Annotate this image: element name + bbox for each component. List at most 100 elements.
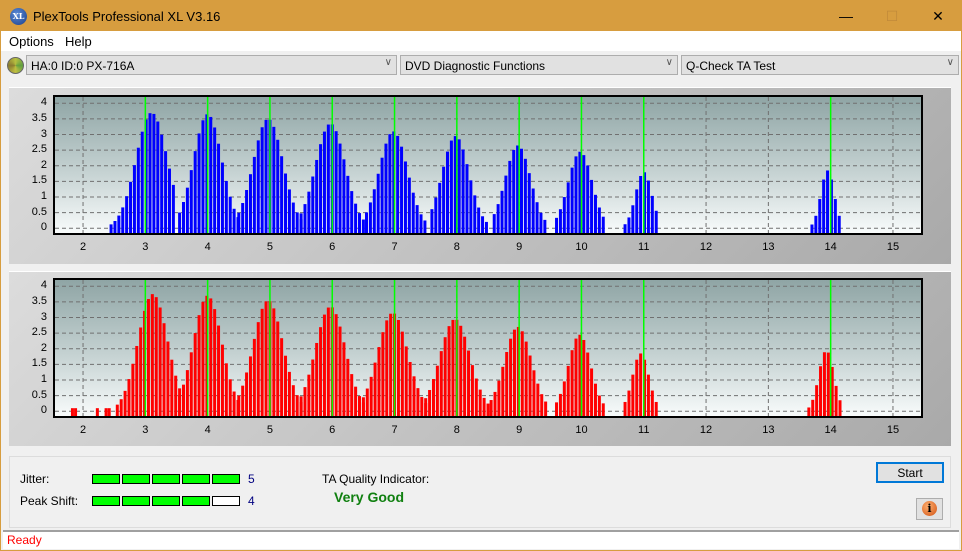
histogram-bar: [403, 161, 407, 233]
histogram-bar: [148, 113, 152, 233]
histogram-bar: [478, 389, 482, 416]
histogram-bar: [95, 408, 99, 416]
histogram-bar: [74, 408, 78, 416]
histogram-bar: [295, 395, 299, 416]
histogram-bar: [291, 385, 295, 416]
histogram-bar: [627, 217, 631, 233]
histogram-bar: [131, 363, 135, 416]
x-tick-label: 8: [453, 424, 460, 436]
x-tick-label: 10: [575, 424, 588, 436]
histogram-bar: [574, 338, 578, 416]
histogram-bar: [350, 374, 354, 416]
app-logo-icon: XL: [10, 8, 27, 25]
histogram-bar: [272, 308, 276, 416]
y-tick-label: 4: [40, 279, 47, 292]
histogram-bar: [431, 379, 435, 416]
test-select[interactable]: Q-Check TA Test ∨: [681, 55, 959, 75]
function-select[interactable]: DVD Diagnostic Functions ∨: [400, 55, 678, 75]
histogram-bar: [465, 164, 469, 233]
histogram-bar: [811, 399, 815, 416]
histogram-bar: [639, 175, 643, 233]
info-button[interactable]: i: [916, 498, 943, 520]
histogram-bar: [451, 319, 455, 416]
histogram-bar: [443, 337, 447, 416]
menu-help[interactable]: Help: [65, 34, 92, 49]
histogram-bar: [115, 404, 119, 416]
histogram-bar: [181, 384, 185, 416]
histogram-bar: [377, 347, 381, 416]
function-select-value: DVD Diagnostic Functions: [405, 59, 546, 73]
histogram-bar: [439, 351, 443, 416]
y-tick-label: 0: [40, 404, 47, 417]
histogram-bar: [558, 209, 562, 233]
histogram-bar: [424, 398, 428, 416]
histogram-bar: [307, 374, 311, 416]
histogram-bar: [228, 379, 232, 416]
histogram-bar: [586, 352, 590, 416]
histogram-bar: [264, 119, 268, 233]
histogram-bar: [416, 388, 420, 416]
start-button[interactable]: Start: [876, 462, 944, 483]
histogram-bar: [220, 344, 224, 416]
histogram-bar: [523, 158, 527, 233]
histogram-bar: [419, 214, 423, 233]
close-button[interactable]: ✕: [915, 1, 961, 31]
histogram-bar: [536, 383, 540, 416]
status-text: Ready: [7, 533, 42, 547]
histogram-bar: [449, 140, 453, 233]
histogram-bar: [810, 224, 814, 233]
drive-select[interactable]: HA:0 ID:0 PX-716A ∨: [26, 55, 397, 75]
chevron-down-icon: ∨: [384, 57, 392, 68]
histogram-bar: [338, 143, 342, 233]
histogram-bar: [319, 327, 323, 416]
histogram-bar: [582, 339, 586, 416]
histogram-bar: [252, 156, 256, 233]
histogram-bar: [150, 294, 154, 416]
menu-options[interactable]: Options: [9, 34, 54, 49]
histogram-bar: [146, 299, 150, 416]
histogram-bar: [438, 182, 442, 233]
histogram-bar: [404, 346, 408, 416]
histogram-bar: [635, 189, 639, 233]
histogram-bar: [389, 313, 393, 416]
histogram-bar: [601, 403, 605, 416]
x-tick-label: 3: [142, 424, 149, 436]
histogram-bar: [654, 401, 658, 416]
histogram-bar: [562, 197, 566, 233]
histogram-bar: [650, 195, 654, 233]
histogram-bar: [338, 326, 342, 416]
histogram-bar: [631, 374, 635, 416]
y-tick-label: 0.5: [31, 205, 47, 218]
meter-segment: [122, 496, 150, 506]
histogram-bar: [519, 148, 523, 233]
histogram-bar: [535, 202, 539, 233]
main-window: XL PlexTools Professional XL V3.16 — ☐ ✕…: [0, 0, 962, 551]
status-bar: Ready: [3, 530, 959, 549]
maximize-button[interactable]: ☐: [869, 1, 915, 31]
histogram-bar: [241, 203, 245, 233]
chevron-down-icon: ∨: [665, 57, 673, 68]
histogram-bar: [119, 399, 123, 416]
x-tick-label: 9: [516, 241, 523, 253]
histogram-bar: [623, 224, 627, 233]
histogram-bar: [342, 342, 346, 416]
histogram-bar: [365, 212, 369, 233]
histogram-bar: [193, 333, 197, 416]
meter-segment: [92, 496, 120, 506]
histogram-bar: [156, 121, 160, 233]
histogram-bar: [237, 212, 241, 233]
histogram-bar: [276, 139, 280, 233]
minimize-button[interactable]: —: [823, 1, 869, 31]
meter-segment: [122, 474, 150, 484]
histogram-bar: [504, 175, 508, 233]
histogram-bar: [260, 308, 264, 416]
test-select-value: Q-Check TA Test: [686, 59, 776, 73]
x-tick-label: 5: [266, 241, 273, 253]
histogram-bar: [248, 174, 252, 233]
histogram-bar: [837, 215, 841, 233]
histogram-bar: [139, 327, 143, 416]
chart-svg: [55, 97, 921, 233]
histogram-bar: [185, 187, 189, 233]
jitter-label: Jitter:: [20, 472, 50, 486]
histogram-bar: [315, 159, 319, 233]
